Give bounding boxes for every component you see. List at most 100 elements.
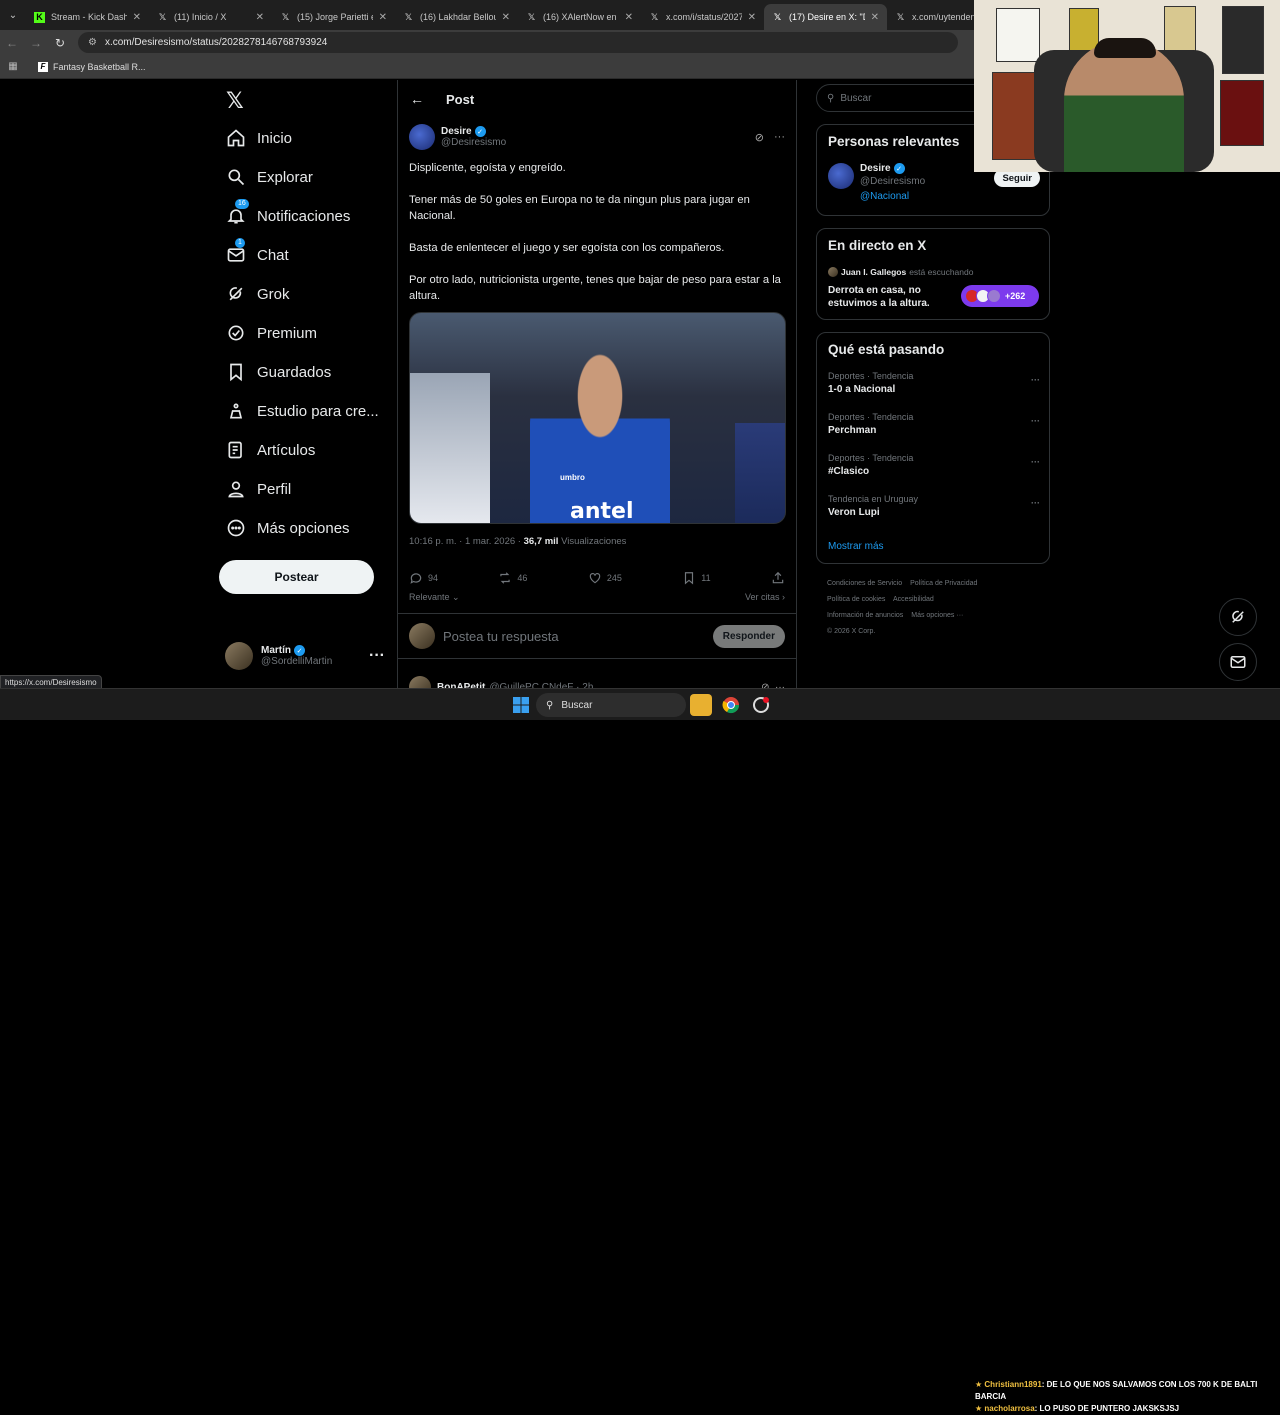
verified-icon: ✓ [294, 645, 305, 656]
author-name[interactable]: Desire [441, 126, 472, 137]
reply-input[interactable]: Postea tu respuesta [443, 629, 559, 644]
more-icon[interactable]: ··· [1031, 375, 1040, 385]
close-icon[interactable]: ✕ [748, 12, 756, 23]
account-handle: @SordelliMartin [261, 656, 333, 667]
browser-tab[interactable]: 𝕏 (16) Lakhdar Belloum ✕ [395, 4, 518, 30]
nav-item-home[interactable]: Inicio [225, 123, 292, 153]
nav-item-studio[interactable]: Estudio para cre... [225, 396, 379, 426]
close-icon[interactable]: ✕ [625, 12, 633, 23]
messages-fab[interactable] [1219, 643, 1257, 681]
star-icon: ★ [975, 1404, 985, 1413]
nav-item-grok[interactable]: Grok [225, 279, 290, 309]
file-explorer-icon[interactable] [690, 694, 712, 716]
nav-item-notifications[interactable]: 16 Notificaciones [225, 199, 350, 231]
repost-button[interactable]: 46 [498, 570, 527, 586]
back-arrow-icon[interactable]: ← [410, 91, 446, 107]
post-image[interactable]: umbro antel [409, 312, 786, 524]
nav-item-chat[interactable]: 1 Chat [225, 238, 289, 270]
bookmark-icon [225, 361, 247, 383]
sort-dropdown[interactable]: Relevante ⌄ [409, 592, 460, 603]
live-card: En directo en X Juan I. Gallegos está es… [816, 228, 1050, 320]
close-icon[interactable]: ✕ [256, 12, 264, 23]
browser-tab[interactable]: 𝕏 (11) Inicio / X ✕ [149, 4, 272, 30]
windows-start-icon[interactable] [510, 694, 532, 716]
back-icon[interactable]: ← [0, 36, 24, 50]
more-icon[interactable]: ··· [1031, 457, 1040, 467]
site-info-icon[interactable]: ⚙ [88, 37, 97, 48]
nav-item-more[interactable]: Más opciones [225, 513, 350, 543]
left-sidebar: 𝕏 Inicio Explorar 16 Notificaciones 1 Ch… [215, 80, 395, 688]
bookmark-item[interactable]: F Fantasy Basketball R... [38, 61, 146, 72]
address-bar[interactable]: ⚙ x.com/Desiresismo/status/2028278146768… [78, 32, 958, 53]
nav-item-explore[interactable]: Explorar [225, 162, 313, 192]
space-title[interactable]: Derrota en casa, no estuvimos a la altur… [828, 284, 948, 310]
browser-tab[interactable]: 𝕏 (16) XAlertNow en X ✕ [518, 4, 641, 30]
share-button[interactable] [771, 570, 785, 586]
browser-tab-active[interactable]: 𝕏 (17) Desire en X: "Dis ✕ [764, 4, 887, 30]
footer-link[interactable]: Condiciones de Servicio [827, 580, 902, 587]
trend-item[interactable]: Deportes · Tendencia Perchman ··· [828, 412, 1040, 436]
more-icon[interactable]: ··· [1031, 416, 1040, 426]
studio-icon [225, 400, 247, 422]
more-icon[interactable]: ··· [1031, 498, 1040, 508]
post-time[interactable]: 10:16 p. m. · 1 mar. 2026 · [409, 536, 524, 547]
more-icon[interactable]: ··· [774, 131, 785, 144]
close-icon[interactable]: ✕ [502, 12, 510, 23]
url-text: x.com/Desiresismo/status/202827814676879… [104, 37, 328, 48]
footer-link[interactable]: Accesibilidad [893, 596, 934, 603]
more-icon[interactable]: ··· [369, 647, 385, 665]
streamer [1064, 40, 1184, 172]
forward-icon[interactable]: → [24, 36, 48, 50]
search-input[interactable]: ⚲ Buscar [816, 84, 996, 112]
browser-tab[interactable]: 𝕏 (15) Jorge Parietti en ✕ [272, 4, 395, 30]
view-quotes-link[interactable]: Ver citas › [745, 592, 785, 603]
listener-count: +262 [1005, 291, 1026, 301]
nav-item-profile[interactable]: Perfil [225, 474, 291, 504]
footer-link[interactable]: Política de cookies [827, 596, 885, 603]
tab-search-icon[interactable]: ⌄ [0, 0, 26, 30]
reply-button[interactable]: 94 [409, 570, 438, 586]
browser-tab[interactable]: 𝕏x.com/i/status/20275 ✕ [641, 4, 764, 30]
footer-link[interactable]: Más opciones ··· [911, 612, 963, 619]
taskbar-search[interactable]: ⚲ Buscar [536, 693, 686, 717]
grok-icon [1232, 610, 1244, 623]
close-icon[interactable]: ✕ [133, 12, 141, 23]
mail-icon: 1 [225, 238, 247, 266]
x-logo-icon[interactable]: 𝕏 [226, 88, 244, 114]
grok-icon[interactable]: ⊘ [755, 131, 764, 144]
browser-tab[interactable]: K Stream - Kick Dashbo ✕ [26, 4, 149, 30]
tab-title: (17) Desire en X: "Dis [789, 12, 865, 22]
close-icon[interactable]: ✕ [379, 12, 387, 23]
post-button[interactable]: Postear [219, 560, 374, 594]
close-icon[interactable]: ✕ [871, 12, 879, 23]
quotes-label: Ver citas [744, 592, 780, 602]
account-names: Martín ✓ @SordelliMartin [261, 645, 332, 667]
reply-submit-button[interactable]: Responder [712, 624, 785, 648]
nav-item-premium[interactable]: Premium [225, 318, 317, 348]
avatar[interactable] [409, 124, 435, 150]
nav-item-articles[interactable]: Artículos [225, 435, 315, 465]
search-icon: ⚲ [827, 92, 835, 104]
footer-link[interactable]: Información de anuncios [827, 612, 903, 619]
like-button[interactable]: 245 [588, 570, 622, 586]
footer-link[interactable]: Política de Privacidad [910, 580, 977, 587]
bio-mention-link[interactable]: @Nacional [860, 191, 925, 202]
engagement-bar: 94 46 245 11 [409, 570, 785, 586]
chrome-icon[interactable] [720, 694, 742, 716]
trend-item[interactable]: Tendencia en Uruguay Veron Lupi ··· [828, 494, 1040, 518]
reload-icon[interactable]: ↻ [48, 36, 72, 50]
nav-item-bookmarks[interactable]: Guardados [225, 357, 331, 387]
account-switcher[interactable]: Martín ✓ @SordelliMartin ··· [225, 642, 385, 670]
space-listeners-pill[interactable]: +262 [961, 285, 1039, 307]
share-icon [772, 571, 784, 584]
trend-item[interactable]: Deportes · Tendencia 1-0 a Nacional ··· [828, 371, 1040, 395]
grok-fab[interactable] [1219, 598, 1257, 636]
trend-item[interactable]: Deportes · Tendencia #Clasico ··· [828, 453, 1040, 477]
apps-icon[interactable]: ▦ [0, 61, 26, 72]
show-more-link[interactable]: Mostrar más [828, 541, 884, 552]
author-handle[interactable]: @Desiresismo [441, 137, 506, 148]
app-icon[interactable] [750, 694, 772, 716]
bookmark-button[interactable]: 11 [682, 570, 711, 586]
wall-poster [996, 8, 1040, 62]
wall-poster [1164, 6, 1196, 52]
